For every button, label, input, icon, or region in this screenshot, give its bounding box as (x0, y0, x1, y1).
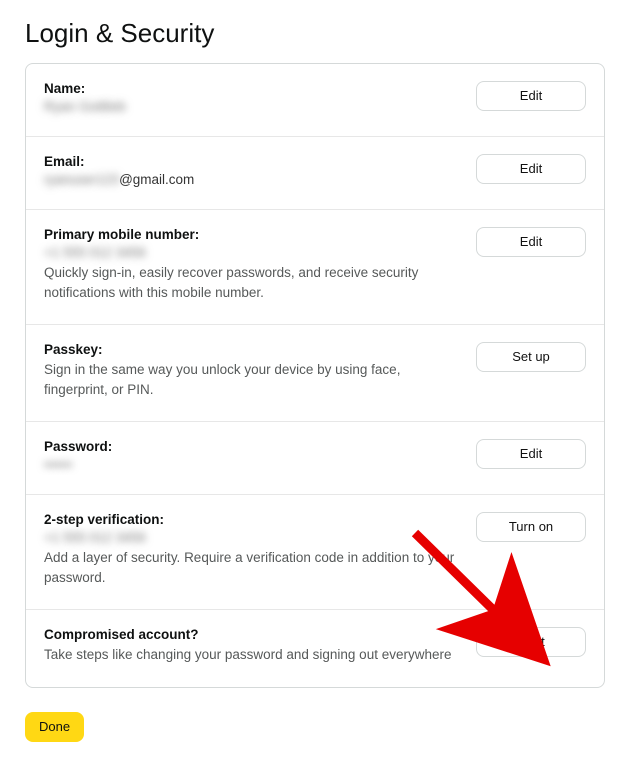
row-phone-content: Primary mobile number: +1 555 012 3456 Q… (44, 227, 476, 302)
name-label: Name: (44, 81, 462, 96)
two-step-label: 2-step verification: (44, 512, 462, 527)
passkey-desc: Sign in the same way you unlock your dev… (44, 360, 462, 399)
row-two-step-content: 2-step verification: +1 555 012 3456 Add… (44, 512, 476, 587)
page-title: Login & Security (25, 18, 605, 49)
email-value-hidden: ryanuser123 (44, 172, 119, 187)
passkey-label: Passkey: (44, 342, 462, 357)
done-button[interactable]: Done (25, 712, 84, 742)
row-password-content: Password: •••••• (44, 439, 476, 472)
edit-name-button[interactable]: Edit (476, 81, 586, 111)
password-value: •••••• (44, 457, 462, 472)
settings-panel: Name: Ryan Gottlieb Edit Email: ryanuser… (25, 63, 605, 688)
row-password: Password: •••••• Edit (26, 422, 604, 495)
row-passkey: Passkey: Sign in the same way you unlock… (26, 325, 604, 422)
edit-password-button[interactable]: Edit (476, 439, 586, 469)
email-value-visible: @gmail.com (119, 172, 194, 187)
start-compromised-button[interactable]: Start (476, 627, 586, 657)
phone-desc: Quickly sign-in, easily recover password… (44, 263, 462, 302)
row-compromised: Compromised account? Take steps like cha… (26, 610, 604, 687)
email-value: ryanuser123@gmail.com (44, 172, 462, 187)
row-email-content: Email: ryanuser123@gmail.com (44, 154, 476, 187)
row-name: Name: Ryan Gottlieb Edit (26, 64, 604, 137)
turn-on-two-step-button[interactable]: Turn on (476, 512, 586, 542)
phone-value: +1 555 012 3456 (44, 245, 462, 260)
setup-passkey-button[interactable]: Set up (476, 342, 586, 372)
row-name-content: Name: Ryan Gottlieb (44, 81, 476, 114)
name-value: Ryan Gottlieb (44, 99, 462, 114)
compromised-label: Compromised account? (44, 627, 462, 642)
compromised-desc: Take steps like changing your password a… (44, 645, 462, 665)
row-email: Email: ryanuser123@gmail.com Edit (26, 137, 604, 210)
edit-email-button[interactable]: Edit (476, 154, 586, 184)
row-compromised-content: Compromised account? Take steps like cha… (44, 627, 476, 665)
two-step-desc: Add a layer of security. Require a verif… (44, 548, 462, 587)
edit-phone-button[interactable]: Edit (476, 227, 586, 257)
row-two-step: 2-step verification: +1 555 012 3456 Add… (26, 495, 604, 610)
row-phone: Primary mobile number: +1 555 012 3456 Q… (26, 210, 604, 325)
phone-label: Primary mobile number: (44, 227, 462, 242)
two-step-value: +1 555 012 3456 (44, 530, 462, 545)
email-label: Email: (44, 154, 462, 169)
password-label: Password: (44, 439, 462, 454)
page-root: Login & Security Name: Ryan Gottlieb Edi… (25, 18, 605, 742)
row-passkey-content: Passkey: Sign in the same way you unlock… (44, 342, 476, 399)
